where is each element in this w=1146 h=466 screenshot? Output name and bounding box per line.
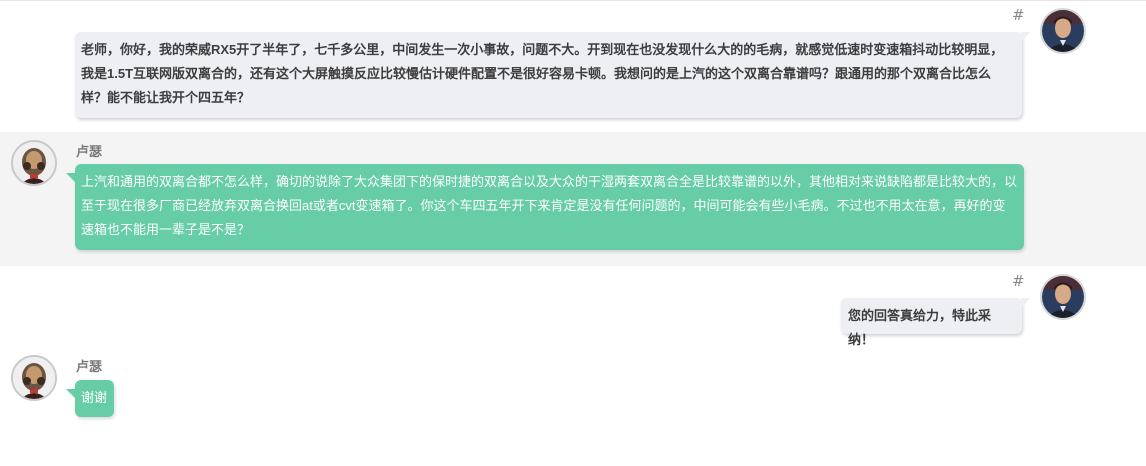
bubble-tail <box>66 389 76 399</box>
bubble-tail <box>66 173 76 183</box>
user-message-text: 老师，你好，我的荣威RX5开了半年了，七千多公里，中间发生一次小事故，问题不大。… <box>81 42 1004 105</box>
expert-avatar-icon[interactable] <box>11 355 57 401</box>
expert-avatar-icon[interactable] <box>11 140 57 186</box>
expert-message-row: 卢瑟 上汽和通用的双离合都不怎么样，确切的说除了大众集团下的保时捷的双离合以及大… <box>0 132 1146 266</box>
message-anchor-link[interactable]: # <box>1012 6 1025 24</box>
user-avatar-icon[interactable] <box>1040 274 1086 320</box>
user-message-text: 您的回答真给力，特此采纳！ <box>848 308 992 347</box>
user-avatar-icon[interactable] <box>1040 8 1086 54</box>
top-divider <box>0 0 1146 1</box>
expert-message-text: 上汽和通用的双离合都不怎么样，确切的说除了大众集团下的保时捷的双离合以及大众的干… <box>81 174 1018 237</box>
expert-name-label: 卢瑟 <box>76 359 103 374</box>
user-message-bubble: 您的回答真给力，特此采纳！ <box>841 298 1030 347</box>
expert-message-text: 谢谢 <box>81 390 108 405</box>
expert-name-label: 卢瑟 <box>76 144 103 159</box>
bubble-tail <box>1021 298 1030 308</box>
expert-message-bubble: 谢谢 <box>66 380 114 417</box>
expert-message-bubble: 上汽和通用的双离合都不怎么样，确切的说除了大众集团下的保时捷的双离合以及大众的干… <box>66 164 1024 250</box>
user-message-bubble: 老师，你好，我的荣威RX5开了半年了，七千多公里，中间发生一次小事故，问题不大。… <box>75 32 1030 118</box>
bubble-tail <box>1021 32 1030 42</box>
message-anchor-link[interactable]: # <box>1012 272 1025 290</box>
